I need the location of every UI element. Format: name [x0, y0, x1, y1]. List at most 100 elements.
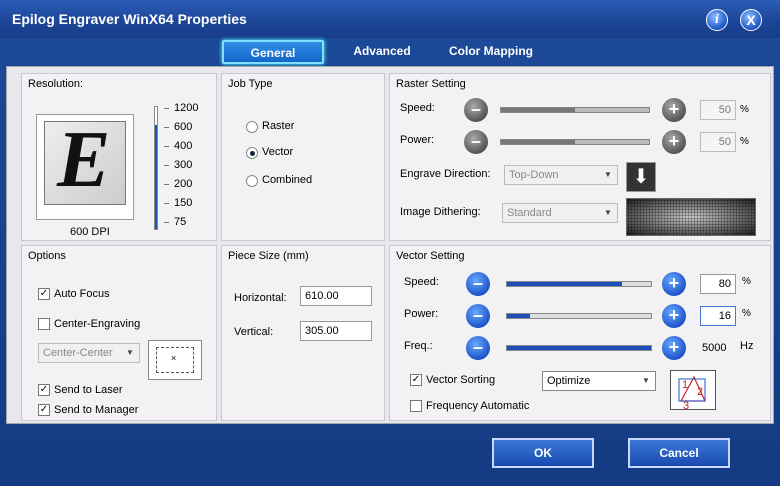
resolution-tick: 75 — [174, 216, 187, 228]
engrave-direction-select[interactable]: Top-Down ▼ — [504, 165, 618, 185]
auto-focus-checkbox[interactable]: ✓ — [38, 288, 50, 300]
frequency-automatic-label: Frequency Automatic — [426, 400, 530, 412]
raster-label: Raster — [262, 120, 295, 132]
tab-general[interactable]: General — [222, 40, 324, 64]
raster-setting-title: Raster Setting — [396, 78, 466, 90]
send-to-laser-checkbox[interactable]: ✓ — [38, 384, 50, 396]
raster-power-unit: % — [740, 136, 749, 147]
center-engraving-checkbox[interactable] — [38, 318, 50, 330]
combined-label: Combined — [262, 174, 313, 186]
raster-power-label: Power: — [400, 134, 435, 146]
freq-increase-button[interactable]: + — [662, 336, 686, 360]
combined-radio[interactable] — [246, 175, 258, 187]
image-dithering-label: Image Dithering: — [400, 206, 481, 218]
dithering-preview — [626, 198, 756, 236]
vector-sorting-label: Vector Sorting — [426, 374, 496, 386]
options-panel: Options ✓ Auto Focus Center-Engraving Ce… — [21, 245, 217, 421]
dialog-window: Epilog Engraver WinX64 Properties i X Ge… — [0, 0, 780, 486]
raster-power-decrease-button[interactable]: – — [464, 130, 488, 154]
freq-unit: Hz — [740, 340, 754, 352]
freq-slider[interactable] — [506, 345, 652, 351]
freq-label: Freq.: — [404, 340, 433, 352]
vector-sorting-select[interactable]: Optimize ▼ — [542, 371, 656, 391]
piece-size-panel: Piece Size (mm) Horizontal: 610.00 Verti… — [221, 245, 385, 421]
vector-power-unit: % — [742, 308, 751, 319]
vector-power-input[interactable]: 16 — [700, 306, 736, 326]
vector-label: Vector — [262, 146, 294, 158]
info-icon[interactable]: i — [706, 9, 728, 31]
send-to-manager-checkbox[interactable]: ✓ — [38, 404, 50, 416]
vector-speed-slider[interactable] — [506, 281, 652, 287]
resolution-tick-mark — [164, 203, 169, 204]
raster-power-increase-button[interactable]: + — [662, 130, 686, 154]
vector-sorting-checkbox[interactable]: ✓ — [410, 374, 422, 386]
resolution-tick-mark — [164, 146, 169, 147]
resolution-tick-mark — [164, 222, 169, 223]
job-type-panel: Job Type Raster Vector Combined — [221, 73, 385, 241]
vector-order-icon: 1 2 3 — [670, 370, 716, 412]
vector-power-slider[interactable] — [506, 313, 652, 319]
resolution-slider[interactable] — [154, 106, 158, 230]
tab-content: Resolution: E 600 DPI 1200 600 400 300 200 15… — [6, 66, 774, 424]
tab-color-mapping[interactable]: Color Mapping — [440, 40, 542, 64]
raster-speed-increase-button[interactable]: + — [662, 98, 686, 122]
options-title: Options — [28, 250, 66, 262]
close-icon[interactable]: X — [740, 9, 762, 31]
center-position-icon: × — [148, 340, 202, 380]
vector-power-increase-button[interactable]: + — [662, 304, 686, 328]
vector-speed-unit: % — [742, 276, 751, 287]
image-dithering-value: Standard — [507, 207, 552, 219]
job-type-title: Job Type — [228, 78, 273, 90]
dpi-label: 600 DPI — [70, 226, 110, 238]
window-title: Epilog Engraver WinX64 Properties — [12, 11, 247, 27]
resolution-tick-mark — [164, 127, 169, 128]
cancel-button[interactable]: Cancel — [628, 438, 730, 468]
vector-speed-label: Speed: — [404, 276, 439, 288]
resolution-tick: 600 — [174, 121, 193, 133]
raster-power-slider[interactable] — [500, 139, 650, 145]
piece-size-title: Piece Size (mm) — [228, 250, 309, 262]
vector-power-label: Power: — [404, 308, 439, 320]
resolution-preview: E — [36, 114, 134, 220]
center-position-select[interactable]: Center-Center ▼ — [38, 343, 140, 363]
vertical-input[interactable]: 305.00 — [300, 321, 372, 341]
vector-power-decrease-button[interactable]: – — [466, 304, 490, 328]
vector-speed-increase-button[interactable]: + — [662, 272, 686, 296]
raster-speed-unit: % — [740, 104, 749, 115]
raster-speed-decrease-button[interactable]: – — [464, 98, 488, 122]
image-dithering-select[interactable]: Standard ▼ — [502, 203, 618, 223]
raster-speed-input[interactable]: 50 — [700, 100, 736, 120]
order-digit-3: 3 — [683, 400, 689, 411]
raster-radio[interactable] — [246, 121, 258, 133]
freq-decrease-button[interactable]: – — [466, 336, 490, 360]
vector-speed-decrease-button[interactable]: – — [466, 272, 490, 296]
resolution-title: Resolution: — [28, 78, 84, 90]
resolution-tick-mark — [164, 184, 169, 185]
send-to-manager-label: Send to Manager — [54, 404, 139, 416]
auto-focus-label: Auto Focus — [54, 288, 110, 300]
raster-speed-slider[interactable] — [500, 107, 650, 113]
vector-radio[interactable] — [246, 147, 258, 159]
vertical-label: Vertical: — [234, 326, 274, 338]
raster-speed-label: Speed: — [400, 102, 435, 114]
horizontal-input[interactable]: 610.00 — [300, 286, 372, 306]
resolution-tick: 400 — [174, 140, 193, 152]
horizontal-label: Horizontal: — [234, 292, 287, 304]
resolution-tick: 300 — [174, 159, 193, 171]
raster-setting-panel: Raster Setting Speed: – + 50 % Power: – … — [389, 73, 771, 241]
resolution-tick-mark — [164, 165, 169, 166]
vector-setting-title: Vector Setting — [396, 250, 465, 262]
tab-bar: General Advanced Color Mapping — [0, 38, 780, 66]
ok-button[interactable]: OK — [492, 438, 594, 468]
resolution-tick: 150 — [174, 197, 193, 209]
engrave-direction-value: Top-Down — [509, 169, 559, 181]
direction-arrow-icon[interactable]: ⬇ — [626, 162, 656, 192]
raster-power-input[interactable]: 50 — [700, 132, 736, 152]
vector-setting-panel: Vector Setting Speed: – + 80 % Power: – … — [389, 245, 771, 421]
tab-advanced[interactable]: Advanced — [340, 40, 424, 64]
frequency-automatic-checkbox[interactable] — [410, 400, 422, 412]
vector-speed-input[interactable]: 80 — [700, 274, 736, 294]
center-engraving-label: Center-Engraving — [54, 318, 141, 330]
title-bar: Epilog Engraver WinX64 Properties i X — [0, 0, 780, 38]
resolution-tick-mark — [164, 108, 169, 109]
